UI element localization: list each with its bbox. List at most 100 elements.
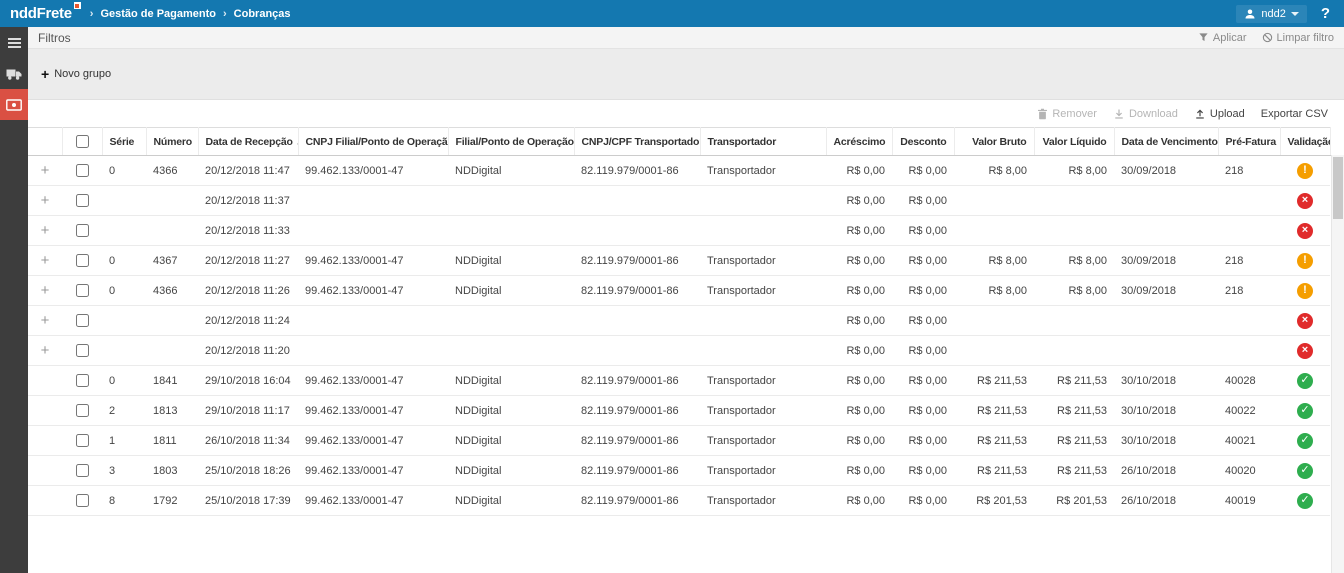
chevron-down-icon [1291, 12, 1299, 16]
upload-button[interactable]: Upload [1194, 108, 1245, 120]
table-row[interactable]: +0436620/12/2018 11:2699.462.133/0001-47… [28, 276, 1330, 306]
row-checkbox[interactable] [76, 284, 89, 297]
cell-expand [28, 366, 62, 396]
table-row[interactable]: +20/12/2018 11:33R$ 0,00R$ 0,00× [28, 216, 1330, 246]
column-header-cnpj_filial[interactable]: CNPJ Filial/Ponto de Operação [298, 128, 448, 156]
column-header-transportador[interactable]: Transportador [700, 128, 826, 156]
cell-filial: NDDigital [448, 156, 574, 186]
select-all-checkbox[interactable] [76, 135, 89, 148]
table-row[interactable]: +20/12/2018 11:20R$ 0,00R$ 0,00× [28, 336, 1330, 366]
cell-acrescimo: R$ 0,00 [826, 366, 892, 396]
cell-checkbox [62, 156, 102, 186]
table-row[interactable]: 2181329/10/2018 11:1799.462.133/0001-47N… [28, 396, 1330, 426]
cell-expand [28, 456, 62, 486]
new-group-button[interactable]: + Novo grupo [41, 67, 111, 81]
column-header-filial[interactable]: Filial/Ponto de Operação [448, 128, 574, 156]
breadcrumb-separator: › [223, 8, 227, 20]
column-header-pre_fatura[interactable]: Pré-Fatura [1218, 128, 1280, 156]
cell-serie: 0 [102, 366, 146, 396]
row-checkbox[interactable] [76, 194, 89, 207]
download-button[interactable]: Download [1113, 108, 1178, 120]
user-menu[interactable]: ndd2 [1236, 5, 1306, 23]
expand-row-button[interactable]: + [41, 282, 50, 299]
column-header-desconto[interactable]: Desconto [892, 128, 954, 156]
row-checkbox[interactable] [76, 374, 89, 387]
cell-serie: 1 [102, 426, 146, 456]
expand-row-button[interactable]: + [41, 312, 50, 329]
column-header-serie[interactable]: Série [102, 128, 146, 156]
column-header-vencimento[interactable]: Data de Vencimento [1114, 128, 1218, 156]
expand-row-button[interactable]: + [41, 222, 50, 239]
cell-desconto: R$ 0,00 [892, 306, 954, 336]
column-header-valor_liquido[interactable]: Valor Líquido [1034, 128, 1114, 156]
cell-expand: + [28, 306, 62, 336]
row-checkbox[interactable] [76, 404, 89, 417]
cell-valor_bruto: R$ 8,00 [954, 246, 1034, 276]
cell-valor_bruto [954, 216, 1034, 246]
cell-transportador [700, 306, 826, 336]
cell-recepcao: 20/12/2018 11:47 [198, 156, 298, 186]
cell-filial [448, 216, 574, 246]
column-label: Acréscimo [834, 136, 886, 148]
row-checkbox[interactable] [76, 254, 89, 267]
cell-checkbox [62, 426, 102, 456]
column-header-validacao[interactable]: Validação [1280, 128, 1330, 156]
row-checkbox[interactable] [76, 344, 89, 357]
row-checkbox[interactable] [76, 164, 89, 177]
cell-vencimento: 30/10/2018 [1114, 366, 1218, 396]
scrollbar-thumb[interactable] [1333, 157, 1343, 219]
table-row[interactable]: +20/12/2018 11:24R$ 0,00R$ 0,00× [28, 306, 1330, 336]
cell-checkbox [62, 186, 102, 216]
column-header-cnpj_transportador[interactable]: CNPJ/CPF Transportador [574, 128, 700, 156]
cell-valor_bruto: R$ 211,53 [954, 396, 1034, 426]
table-row[interactable]: 1181126/10/2018 11:3499.462.133/0001-47N… [28, 426, 1330, 456]
column-header-numero[interactable]: Número [146, 128, 198, 156]
cell-desconto: R$ 0,00 [892, 456, 954, 486]
column-label: Transportador [708, 136, 777, 148]
expand-row-button[interactable]: + [41, 342, 50, 359]
remove-button[interactable]: Remover [1037, 108, 1097, 120]
column-header-acrescimo[interactable]: Acréscimo [826, 128, 892, 156]
breadcrumb-separator: › [90, 8, 94, 20]
sidebar-item-freight[interactable] [0, 58, 28, 89]
cell-recepcao: 20/12/2018 11:20 [198, 336, 298, 366]
cell-recepcao: 29/10/2018 11:17 [198, 396, 298, 426]
cell-checkbox [62, 396, 102, 426]
sidebar-menu-toggle[interactable] [0, 27, 28, 58]
expand-row-button[interactable]: + [41, 252, 50, 269]
table-row[interactable]: +20/12/2018 11:37R$ 0,00R$ 0,00× [28, 186, 1330, 216]
breadcrumb-item[interactable]: Cobranças [234, 8, 291, 20]
column-header-valor_bruto[interactable]: Valor Bruto [954, 128, 1034, 156]
export-csv-button[interactable]: Exportar CSV [1261, 108, 1328, 120]
table-row[interactable]: 8179225/10/2018 17:3999.462.133/0001-47N… [28, 486, 1330, 516]
table-row[interactable]: +0436720/12/2018 11:2799.462.133/0001-47… [28, 246, 1330, 276]
apply-filter-button[interactable]: Aplicar [1198, 32, 1247, 44]
cell-filial [448, 186, 574, 216]
table-row[interactable]: +0436620/12/2018 11:4799.462.133/0001-47… [28, 156, 1330, 186]
breadcrumb-item[interactable]: Gestão de Pagamento [100, 8, 216, 20]
cell-checkbox [62, 246, 102, 276]
table-row[interactable]: 0184129/10/2018 16:0499.462.133/0001-47N… [28, 366, 1330, 396]
cell-vencimento [1114, 306, 1218, 336]
row-checkbox[interactable] [76, 434, 89, 447]
cell-validacao: × [1280, 306, 1330, 336]
table-body: +0436620/12/2018 11:4799.462.133/0001-47… [28, 156, 1330, 516]
column-header-recepcao[interactable]: Data de Recepção↓ [198, 128, 298, 156]
expand-row-button[interactable]: + [41, 192, 50, 209]
cell-valor_liquido: R$ 211,53 [1034, 426, 1114, 456]
vertical-scrollbar[interactable] [1331, 155, 1344, 573]
table-row[interactable]: 3180325/10/2018 18:2699.462.133/0001-47N… [28, 456, 1330, 486]
row-checkbox[interactable] [76, 464, 89, 477]
help-button[interactable]: ? [1321, 5, 1334, 22]
sidebar-item-payments[interactable] [0, 89, 28, 120]
row-checkbox[interactable] [76, 494, 89, 507]
expand-row-button[interactable]: + [41, 162, 50, 179]
cell-cnpj_filial [298, 336, 448, 366]
app-logo[interactable]: nddFrete [10, 5, 72, 22]
download-label: Download [1129, 108, 1178, 120]
clear-filter-button[interactable]: Limpar filtro [1262, 32, 1334, 44]
row-checkbox[interactable] [76, 224, 89, 237]
status-success-icon: ✓ [1297, 493, 1313, 509]
cell-cnpj_filial: 99.462.133/0001-47 [298, 246, 448, 276]
row-checkbox[interactable] [76, 314, 89, 327]
